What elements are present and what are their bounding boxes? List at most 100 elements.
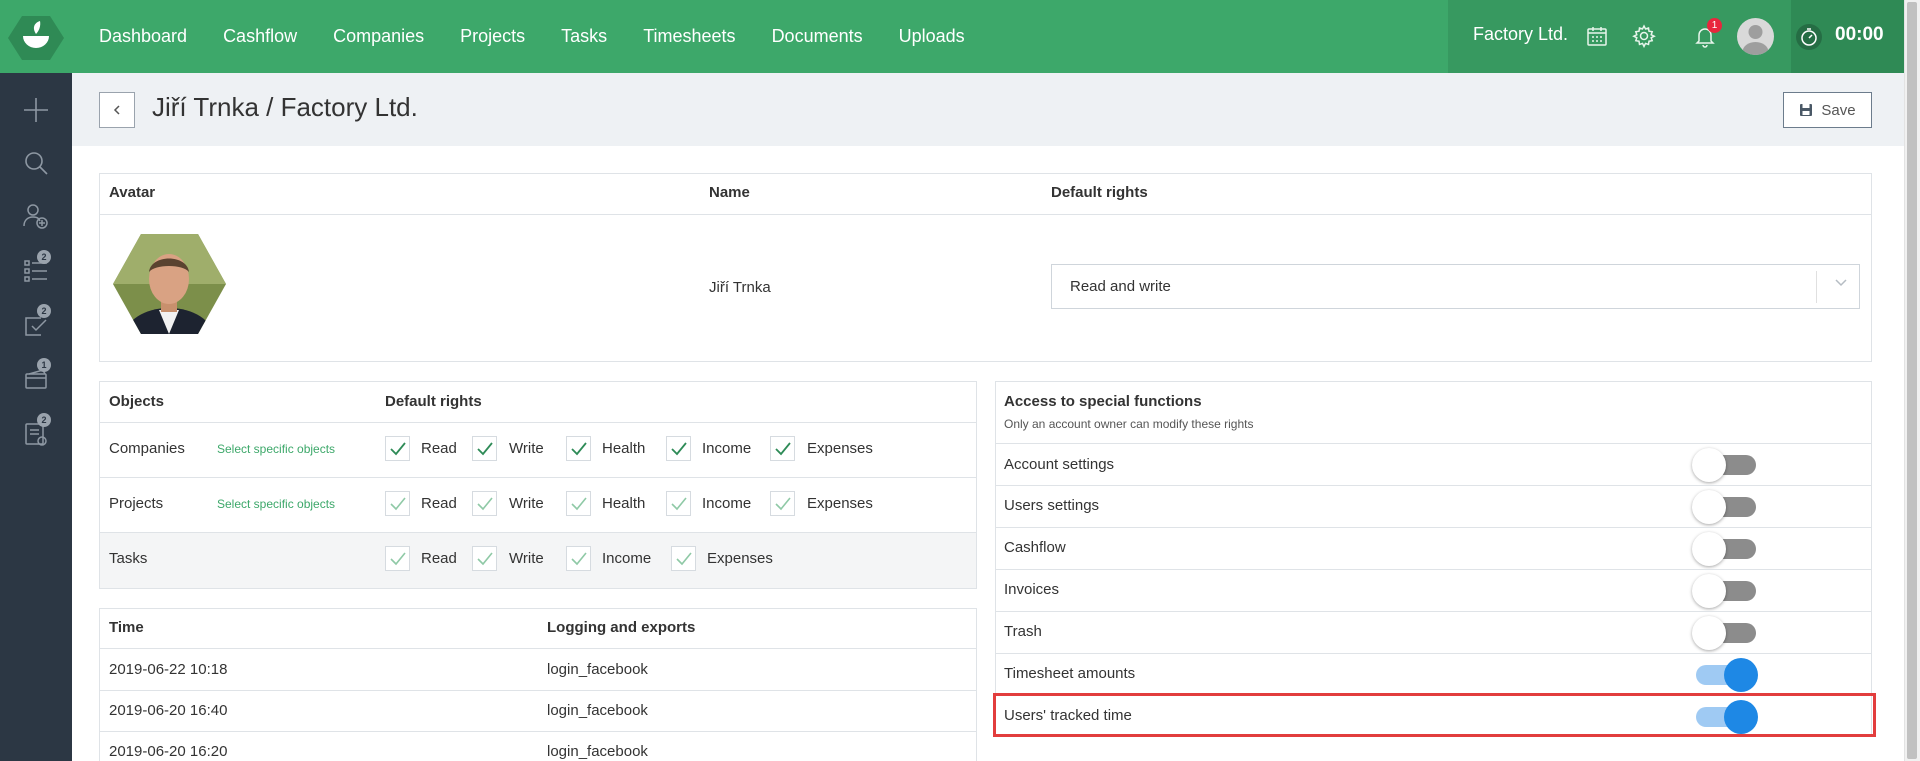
log-event: login_facebook <box>547 702 648 719</box>
default-rights-select[interactable]: Read and write <box>1051 264 1860 309</box>
right-label: Income <box>602 550 652 567</box>
log-event: login_facebook <box>547 661 648 678</box>
right-label: Read <box>421 550 457 567</box>
nav-dashboard[interactable]: Dashboard <box>99 26 187 47</box>
checkmark-icon <box>775 442 791 456</box>
right-label: Income <box>702 440 752 457</box>
divider <box>996 527 1871 528</box>
checkbox-companies-health[interactable] <box>566 436 591 461</box>
checkmark-icon <box>571 497 587 511</box>
select-specific-objects-link[interactable]: Select specific objects <box>217 442 335 456</box>
search-icon[interactable] <box>20 147 52 179</box>
notification-badge: 1 <box>1707 18 1722 33</box>
checkmark-icon <box>671 497 687 511</box>
task-list-badge: 2 <box>37 250 51 264</box>
special-function-label: Timesheet amounts <box>1004 665 1136 682</box>
right-label: Health <box>602 495 646 512</box>
checkmark-icon <box>571 552 587 566</box>
divider <box>996 443 1871 444</box>
divider <box>996 569 1871 570</box>
checkbox-projects-income[interactable] <box>666 491 691 516</box>
right-label: Expenses <box>807 440 873 457</box>
special-function-label: Trash <box>1004 623 1042 640</box>
user-avatar[interactable] <box>1737 18 1774 55</box>
checkmark-icon <box>390 552 406 566</box>
toggle-account-settings[interactable] <box>1692 446 1762 482</box>
toggle-invoices[interactable] <box>1692 572 1762 608</box>
divider <box>100 690 976 691</box>
nav-uploads[interactable]: Uploads <box>899 26 965 47</box>
highlight-box <box>993 693 1876 737</box>
checkbox-tasks-expenses[interactable] <box>671 546 696 571</box>
checkbox-projects-write[interactable] <box>472 491 497 516</box>
right-label: Income <box>702 495 752 512</box>
right-label: Write <box>509 550 544 567</box>
nav-companies[interactable]: Companies <box>333 26 424 47</box>
log-time: 2019-06-20 16:20 <box>109 743 228 760</box>
divider <box>100 648 976 649</box>
page-title: Jiří Trnka / Factory Ltd. <box>152 92 418 122</box>
divider <box>100 731 976 732</box>
nav-projects[interactable]: Projects <box>460 26 525 47</box>
right-label: Expenses <box>807 495 873 512</box>
nav-timesheets[interactable]: Timesheets <box>643 26 735 47</box>
divider <box>100 477 976 478</box>
add-user-icon[interactable] <box>20 200 52 232</box>
checkmark-icon <box>676 552 692 566</box>
toggle-timesheet-amounts[interactable] <box>1688 656 1758 692</box>
nav-tasks[interactable]: Tasks <box>561 26 607 47</box>
special-functions-title: Access to special functions <box>1004 393 1202 410</box>
calendar-icon[interactable] <box>1583 22 1611 50</box>
objects-header: Objects <box>109 393 165 410</box>
stopwatch-icon[interactable] <box>1795 23 1823 51</box>
divider <box>996 653 1871 654</box>
special-function-label: Account settings <box>1004 456 1115 473</box>
toggle-users-settings[interactable] <box>1692 488 1762 524</box>
floppy-disk-icon <box>1800 104 1813 116</box>
nav-documents[interactable]: Documents <box>772 26 863 47</box>
select-specific-objects-link[interactable]: Select specific objects <box>217 497 335 511</box>
right-label: Read <box>421 495 457 512</box>
app-logo[interactable] <box>8 14 64 62</box>
checkbox-companies-read[interactable] <box>385 436 410 461</box>
toggle-cashflow[interactable] <box>1692 530 1762 566</box>
right-label: Write <box>509 440 544 457</box>
checkmark-icon <box>571 442 587 456</box>
checkbox-companies-income[interactable] <box>666 436 691 461</box>
nav-cashflow[interactable]: Cashflow <box>223 26 297 47</box>
objects-row-label: Tasks <box>109 550 148 567</box>
log-event: login_facebook <box>547 743 648 760</box>
checkbox-projects-expenses[interactable] <box>770 491 795 516</box>
checkbox-tasks-write[interactable] <box>472 546 497 571</box>
checkmark-icon <box>477 442 493 456</box>
special-function-label: Users settings <box>1004 497 1100 514</box>
scrollbar-thumb[interactable] <box>1907 2 1917 759</box>
special-functions-subtitle: Only an account owner can modify these r… <box>1004 417 1254 431</box>
toggle-trash[interactable] <box>1692 614 1762 650</box>
checkbox-projects-health[interactable] <box>566 491 591 516</box>
timer-display[interactable]: 00:00 <box>1835 24 1884 46</box>
user-photo[interactable] <box>113 234 226 334</box>
name-header: Name <box>709 184 750 201</box>
checkbox-tasks-read[interactable] <box>385 546 410 571</box>
select-separator <box>1816 271 1817 303</box>
right-label: Expenses <box>707 550 773 567</box>
default-rights-header: Default rights <box>1051 184 1148 201</box>
report-badge: 2 <box>37 413 51 427</box>
right-label: Write <box>509 495 544 512</box>
checkbox-companies-write[interactable] <box>472 436 497 461</box>
company-switcher[interactable]: Factory Ltd. <box>1473 24 1568 45</box>
logging-header: Logging and exports <box>547 619 696 636</box>
divider <box>996 485 1871 486</box>
back-button[interactable] <box>99 92 135 128</box>
checkbox-projects-read[interactable] <box>385 491 410 516</box>
checkmark-icon <box>775 497 791 511</box>
checkbox-companies-expenses[interactable] <box>770 436 795 461</box>
divider <box>100 422 976 423</box>
checkbox-tasks-income[interactable] <box>566 546 591 571</box>
save-button[interactable]: Save <box>1783 92 1872 128</box>
divider <box>996 611 1871 612</box>
chevron-left-icon <box>113 105 120 115</box>
gear-icon[interactable] <box>1630 22 1658 50</box>
add-icon[interactable] <box>20 94 52 126</box>
